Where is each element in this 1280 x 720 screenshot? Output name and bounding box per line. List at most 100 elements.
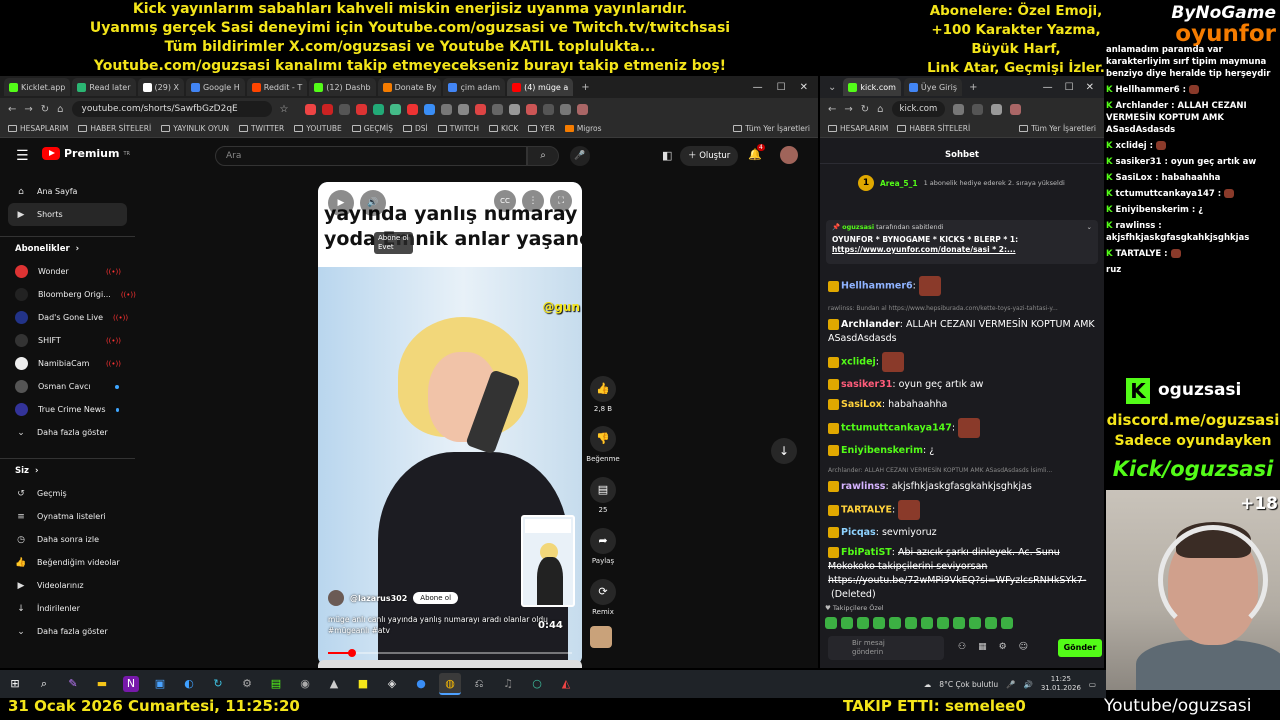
tab-youtube-active[interactable]: (4) müge a xyxy=(507,78,574,96)
chat-username[interactable]: Hellhammer6 xyxy=(841,281,913,292)
reload-icon[interactable]: ↻ xyxy=(861,104,869,115)
speaker-icon[interactable]: 🔊 xyxy=(1023,680,1032,689)
menu-icon[interactable]: ☰ xyxy=(16,148,29,164)
extension-icon[interactable] xyxy=(372,103,384,115)
extension-icon[interactable] xyxy=(321,103,333,115)
shorts-player[interactable]: yayında yanlış numaray yoda Emnik anlar … xyxy=(318,182,582,666)
chat-message[interactable]: FbiPatiST: Abi azıcık şarkı dinleyek. Ac… xyxy=(828,546,1100,602)
sidebar-item-you[interactable]: ≡ Oynatma listeleri xyxy=(0,505,135,528)
sidebar-item-channel[interactable]: True Crime News xyxy=(0,398,135,421)
channel-name[interactable]: @lazarus302 xyxy=(350,594,407,603)
pen-icon[interactable]: ✎ xyxy=(62,673,84,695)
bookmark-folder[interactable]: YAYINLIK OYUN xyxy=(161,124,229,133)
tab-list-icon[interactable]: ⌄ xyxy=(824,82,840,93)
cast-icon[interactable]: ◧ xyxy=(662,149,672,162)
chat-message[interactable]: rawlinss: Bundan al https://www.hepsibur… xyxy=(828,302,1100,346)
chat-username[interactable]: Eniyibenskerim xyxy=(841,445,923,456)
profile-icon[interactable] xyxy=(1010,103,1022,115)
chat-username[interactable]: TARTALYE xyxy=(841,505,892,516)
profile-icon[interactable] xyxy=(576,103,588,115)
sidebar-item-you[interactable]: ↺ Geçmiş xyxy=(0,482,135,505)
start-icon[interactable]: ⊞ xyxy=(4,673,26,695)
extension-icon[interactable] xyxy=(508,103,520,115)
obs-icon[interactable]: ◭ xyxy=(555,673,577,695)
chat-message[interactable]: Picqas: sevmiyoruz xyxy=(828,526,1100,540)
extension-icon[interactable] xyxy=(525,103,537,115)
onenote-icon[interactable]: N xyxy=(123,676,139,692)
extension-icon[interactable] xyxy=(542,103,554,115)
captions-button[interactable]: CC xyxy=(494,190,516,212)
address-bar[interactable]: kick.com xyxy=(891,101,946,117)
bookmark-folder[interactable]: TWITTER xyxy=(239,124,284,133)
emote-icon[interactable] xyxy=(1001,617,1013,629)
camera-icon[interactable]: ◉ xyxy=(294,673,316,695)
tab-google[interactable]: Google H xyxy=(185,78,245,96)
home-icon[interactable]: ⌂ xyxy=(877,104,883,115)
forward-icon[interactable]: → xyxy=(24,104,32,115)
next-short-button[interactable]: ↓ xyxy=(771,438,797,464)
app-icon[interactable]: ◈ xyxy=(381,673,403,695)
weather-icon[interactable]: ☁ xyxy=(924,680,932,689)
sidebar-item-channel[interactable]: Bloomberg Origi... ((•)) xyxy=(0,283,136,306)
star-icon[interactable]: ☆ xyxy=(280,104,289,115)
extension-icon[interactable] xyxy=(474,103,486,115)
reload-icon[interactable]: ↻ xyxy=(41,104,49,115)
gift-icon[interactable]: ▦ xyxy=(978,642,987,652)
tab-dashboard[interactable]: (12) Dashb xyxy=(309,78,376,96)
emote-icon[interactable] xyxy=(841,617,853,629)
clock[interactable]: 11:25 31.01.2026 xyxy=(1041,675,1081,693)
bookmark-folder[interactable]: DSİ xyxy=(403,124,428,133)
chat-username[interactable]: xclidej xyxy=(841,357,876,368)
chat-message[interactable]: Hellhammer6: xyxy=(828,276,1100,296)
youtube-logo[interactable]: Premium TR xyxy=(42,147,130,160)
emote-icon[interactable] xyxy=(905,617,917,629)
bookmark-folder[interactable]: TWITCH xyxy=(437,124,479,133)
chat-username[interactable]: tctumuttcankaya147 xyxy=(841,423,952,434)
extension-icon[interactable] xyxy=(406,103,418,115)
app-icon[interactable]: ○ xyxy=(526,673,548,695)
emote-icon[interactable] xyxy=(857,617,869,629)
subscriptions-header[interactable]: Abonelikler › xyxy=(0,236,135,260)
weather-text[interactable]: 8°C Çok bulutlu xyxy=(939,680,998,689)
edge-icon[interactable]: ◐ xyxy=(178,673,200,695)
mic-icon[interactable]: 🎤 xyxy=(1006,680,1015,689)
bookmark-folder[interactable]: KICK xyxy=(488,124,518,133)
new-tab-icon[interactable]: + xyxy=(581,82,589,93)
emote-icon[interactable] xyxy=(921,617,933,629)
sidebar-item-shorts[interactable]: ▶ Shorts xyxy=(8,203,127,226)
comments-button[interactable]: ▤ 25 xyxy=(588,477,618,514)
forward-icon[interactable]: → xyxy=(844,104,852,115)
extension-icon[interactable] xyxy=(953,103,965,115)
extension-icon[interactable] xyxy=(389,103,401,115)
search-icon[interactable]: ⌕ xyxy=(33,673,55,695)
mute-button[interactable]: 🔊 xyxy=(360,190,386,216)
sidebar-item-channel[interactable]: NamibiaCam ((•)) xyxy=(0,352,135,375)
monitor-icon[interactable]: ▣ xyxy=(149,673,171,695)
chevron-down-icon[interactable]: ⌄ xyxy=(1087,223,1092,231)
notification-center-icon[interactable]: ▭ xyxy=(1089,680,1096,689)
settings-app-icon[interactable]: ⚙ xyxy=(236,673,258,695)
chat-username[interactable]: Archlander xyxy=(841,319,900,330)
extension-icon[interactable] xyxy=(355,103,367,115)
emote-icon[interactable] xyxy=(937,617,949,629)
sidebar-item-you[interactable]: ↓ İndirilenler xyxy=(0,597,135,620)
close-icon[interactable]: ✕ xyxy=(1086,82,1094,93)
home-icon[interactable]: ⌂ xyxy=(57,104,63,115)
voice-search-button[interactable]: 🎤 xyxy=(570,146,590,166)
share-button[interactable]: ➦ Paylaş xyxy=(588,528,618,565)
bookmark-folder[interactable]: GEÇMİŞ xyxy=(351,124,393,133)
audio-app-icon[interactable]: ♫ xyxy=(497,673,519,695)
fullscreen-button[interactable]: ⛶ xyxy=(550,190,572,212)
extension-icon[interactable] xyxy=(457,103,469,115)
chat-username[interactable]: rawlinss xyxy=(841,481,885,492)
minimize-icon[interactable]: — xyxy=(1043,82,1053,93)
extension-icon[interactable] xyxy=(491,103,503,115)
minimize-icon[interactable]: — xyxy=(753,82,763,93)
folder-icon[interactable]: ▬ xyxy=(91,673,113,695)
dislike-button[interactable]: 👎 Beğenme xyxy=(586,426,620,463)
refresh-app-icon[interactable]: ↻ xyxy=(207,673,229,695)
bookmark-folder[interactable]: HABER SİTELERİ xyxy=(78,124,151,133)
chat-message[interactable]: Archlander: ALLAH CEZANI VERMESİN KOPTUM… xyxy=(828,464,1100,494)
extension-icon[interactable] xyxy=(423,103,435,115)
emote-icon[interactable] xyxy=(969,617,981,629)
